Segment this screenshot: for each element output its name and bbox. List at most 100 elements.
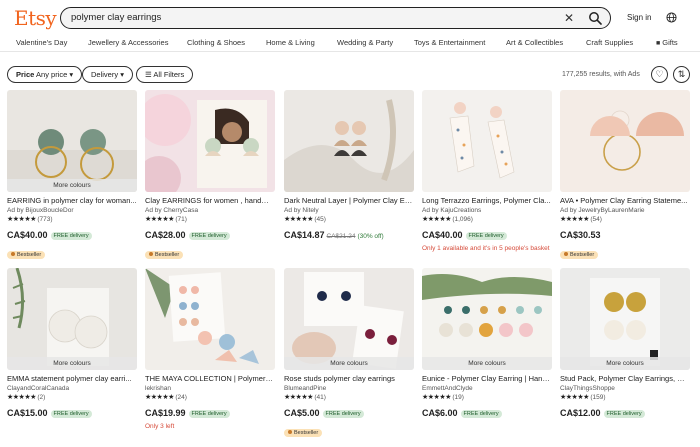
rating-count: (24) [175, 394, 187, 401]
nav-item-art[interactable]: Art & Collectibles [506, 38, 563, 47]
product-image[interactable] [145, 90, 275, 192]
award-icon [149, 252, 153, 256]
product-title[interactable]: Long Terrazzo Earrings, Polymer Cla... [422, 196, 552, 205]
rating-count: (1,096) [452, 216, 473, 223]
nav-item-gifts[interactable]: ■ Gifts [656, 38, 678, 47]
rating-stars: ★★★★★ (41) [284, 394, 326, 401]
stock-note: Only 3 left [145, 423, 175, 430]
more-colours-label: More colours [560, 357, 690, 370]
product-card[interactable]: Dark Neutral Layer | Polymer Clay Ea... … [284, 90, 414, 243]
shop-name: Ad by Nitely [284, 207, 319, 214]
clear-search-icon[interactable]: ✕ [562, 11, 576, 25]
nav-item-valentines[interactable]: Valentine's Day [16, 38, 67, 47]
product-card[interactable]: More colours Rose studs polymer clay ear… [284, 268, 414, 439]
shop-name: Ad by JewelryByLaurenMarie [560, 207, 645, 214]
shop-name: EmmettAndClyde [422, 385, 473, 392]
nav-item-toys[interactable]: Toys & Entertainment [414, 38, 485, 47]
product-card[interactable]: Clay EARRINGS for women , handmade... Ad… [145, 90, 275, 261]
globe-icon[interactable] [666, 12, 677, 23]
rating-stars: ★★★★★ (45) [284, 216, 326, 223]
award-icon [288, 430, 292, 434]
product-title[interactable]: EARRING in polymer clay for woman... [7, 196, 137, 205]
free-delivery-badge: FREE delivery [465, 232, 507, 240]
rating-stars: ★★★★★ (159) [560, 394, 606, 401]
product-image[interactable] [560, 90, 690, 192]
price: CA$14.87 [284, 230, 325, 240]
product-card[interactable]: More colours Eunice - Polymer Clay Earri… [422, 268, 552, 421]
shop-name: ClayandCoralCanada [7, 385, 70, 392]
rating-count: (773) [37, 216, 53, 223]
chevron-down-icon: ▾ [120, 70, 124, 79]
search-bar[interactable]: polymer clay earrings ✕ [60, 7, 611, 29]
search-icon[interactable] [588, 11, 602, 25]
earring-photo [7, 90, 137, 192]
shop-name: BlumeandPine [284, 385, 327, 392]
product-title[interactable]: Clay EARRINGS for women , handmade... [145, 196, 275, 205]
more-colours-label: More colours [422, 357, 552, 370]
product-image[interactable]: More colours [560, 268, 690, 370]
search-input[interactable]: polymer clay earrings [71, 12, 161, 23]
nav-item-craft[interactable]: Craft Supplies [586, 38, 633, 47]
product-card[interactable]: More colours EARRING in polymer clay for… [7, 90, 137, 261]
product-image[interactable]: More colours [7, 268, 137, 370]
price-filter-label: Price [16, 70, 35, 79]
sort-button[interactable]: ⇅ [673, 66, 690, 83]
product-card[interactable]: AVA • Polymer Clay Earring Stateme... Ad… [560, 90, 690, 261]
delivery-filter[interactable]: Delivery ▾ [82, 66, 133, 83]
product-title[interactable]: Eunice - Polymer Clay Earring | Hand... [422, 374, 552, 383]
rating-count: (71) [175, 216, 187, 223]
stock-note: Only 1 available and it's in 5 people's … [422, 245, 550, 252]
more-colours-label: More colours [284, 357, 414, 370]
discount-label: (30% off) [357, 233, 384, 240]
all-filters-label: All Filters [153, 70, 185, 79]
favorite-search-button[interactable]: ♡ [651, 66, 668, 83]
rating-count: (19) [452, 394, 464, 401]
price: CA$15.00 [7, 408, 48, 418]
etsy-logo[interactable]: Etsy [14, 6, 57, 30]
nav-item-clothing[interactable]: Clothing & Shoes [187, 38, 245, 47]
price: CA$40.00 [7, 230, 48, 240]
price-filter[interactable]: Price Any price ▾ [7, 66, 83, 83]
earring-photo [284, 90, 414, 192]
rating-stars: ★★★★★ (71) [145, 216, 187, 223]
product-title[interactable]: Stud Pack, Polymer Clay Earrings, Cl... [560, 374, 690, 383]
results-count: 177,255 results, with Ads [562, 71, 640, 78]
product-title[interactable]: Dark Neutral Layer | Polymer Clay Ea... [284, 196, 414, 205]
product-card[interactable]: More colours Stud Pack, Polymer Clay Ear… [560, 268, 690, 421]
rating-stars: ★★★★★ (1,096) [422, 216, 473, 223]
product-image[interactable] [422, 90, 552, 192]
product-title[interactable]: Rose studs polymer clay earrings [284, 374, 414, 383]
more-colours-label: More colours [7, 179, 137, 192]
free-delivery-badge: FREE delivery [188, 410, 230, 418]
price: CA$28.00 [145, 230, 186, 240]
nav-item-home[interactable]: Home & Living [266, 38, 315, 47]
product-card[interactable]: More colours EMMA statement polymer clay… [7, 268, 137, 421]
product-image[interactable]: More colours [7, 90, 137, 192]
nav-item-jewellery[interactable]: Jewellery & Accessories [88, 38, 168, 47]
product-title[interactable]: EMMA statement polymer clay earri... [7, 374, 137, 383]
sign-in-link[interactable]: Sign in [627, 13, 651, 22]
nav-item-wedding[interactable]: Wedding & Party [337, 38, 393, 47]
bestseller-badge: Bestseller [560, 251, 599, 259]
product-image[interactable]: More colours [284, 268, 414, 370]
product-image[interactable] [145, 268, 275, 370]
free-delivery-badge: FREE delivery [188, 232, 230, 240]
product-title[interactable]: AVA • Polymer Clay Earring Stateme... [560, 196, 690, 205]
all-filters-button[interactable]: ☰ All Filters [136, 66, 194, 83]
rating-count: (41) [314, 394, 326, 401]
free-delivery-badge: FREE delivery [50, 232, 92, 240]
product-image[interactable]: More colours [422, 268, 552, 370]
free-delivery-badge: FREE delivery [322, 410, 364, 418]
delivery-filter-label: Delivery [91, 70, 119, 79]
earring-photo [284, 268, 414, 370]
shop-name: Ad by BijouxBoucleDor [7, 207, 74, 214]
price: CA$12.00 [560, 408, 601, 418]
product-title[interactable]: THE MAYA COLLECTION | Polymer Cl... [145, 374, 275, 383]
product-card[interactable]: Long Terrazzo Earrings, Polymer Cla... A… [422, 90, 552, 252]
sort-icon: ⇅ [677, 69, 686, 79]
free-delivery-badge: FREE delivery [603, 410, 645, 418]
product-card[interactable]: THE MAYA COLLECTION | Polymer Cl... lekr… [145, 268, 275, 430]
product-image[interactable] [284, 90, 414, 192]
shop-name: Ad by KajuCreations [422, 207, 482, 214]
shop-name: ClayThingsShoppe [560, 385, 615, 392]
